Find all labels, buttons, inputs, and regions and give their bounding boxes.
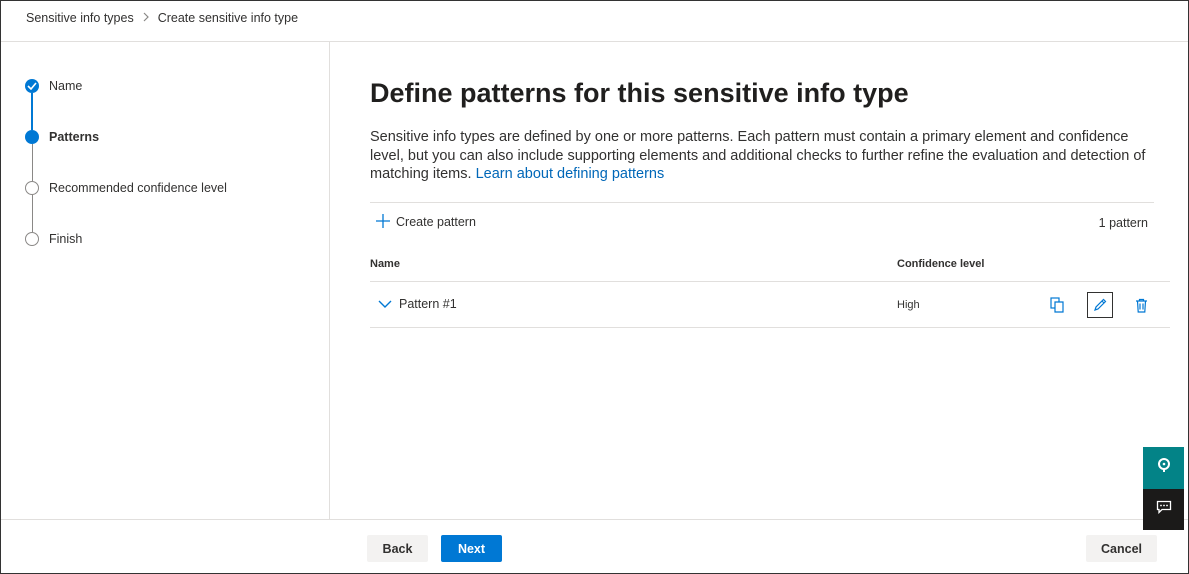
chevron-down-icon[interactable] [378,296,392,314]
cancel-button[interactable]: Cancel [1086,535,1157,562]
pattern-count: 1 pattern [1098,216,1148,230]
step-connector [31,93,33,130]
column-header-name[interactable]: Name [370,258,400,270]
pending-step-indicator [25,232,39,246]
wizard-steps-panel: Name Patterns Recommended confidence lev… [1,42,330,519]
checkmark-icon [25,79,39,93]
current-step-indicator [25,130,39,144]
learn-more-link[interactable]: Learn about defining patterns [476,166,665,182]
trash-icon[interactable] [1128,292,1154,318]
step-recommended-confidence-level[interactable]: Recommended confidence level [25,181,227,232]
add-icon [376,214,390,230]
breadcrumb: Sensitive info types Create sensitive in… [26,10,298,26]
table-row[interactable]: Pattern #1 High [370,282,1170,328]
next-button[interactable]: Next [441,535,502,562]
step-finish[interactable]: Finish [25,232,227,283]
breadcrumb-item-current: Create sensitive info type [157,11,299,25]
pattern-name: Pattern #1 [399,297,457,311]
step-connector [31,195,33,232]
create-pattern-label: Create pattern [396,215,476,229]
step-label: Finish [49,232,83,246]
page-description: Sensitive info types are defined by one … [370,128,1150,184]
step-list: Name Patterns Recommended confidence lev… [25,79,227,283]
step-label: Recommended confidence level [49,181,227,195]
pattern-confidence: High [897,299,920,311]
pencil-icon[interactable] [1087,292,1113,318]
create-pattern-button[interactable]: Create pattern [376,214,476,230]
chevron-right-icon [142,11,150,25]
help-icon [1157,457,1171,479]
help-button[interactable] [1143,447,1184,489]
wizard-footer: Back Next Cancel [1,519,1188,573]
pending-step-indicator [25,181,39,195]
breadcrumb-item-sensitive-info-types[interactable]: Sensitive info types [26,11,134,25]
step-label: Name [49,79,83,93]
column-header-confidence-level[interactable]: Confidence level [897,258,984,270]
step-patterns[interactable]: Patterns [25,130,227,181]
step-name[interactable]: Name [25,79,227,130]
back-button[interactable]: Back [367,535,428,562]
copy-icon[interactable] [1044,292,1070,318]
feedback-icon [1156,500,1172,519]
page-title: Define patterns for this sensitive info … [370,78,909,108]
step-connector [31,144,33,181]
divider [370,202,1154,203]
step-label: Patterns [49,130,100,144]
feedback-button[interactable] [1143,489,1184,530]
